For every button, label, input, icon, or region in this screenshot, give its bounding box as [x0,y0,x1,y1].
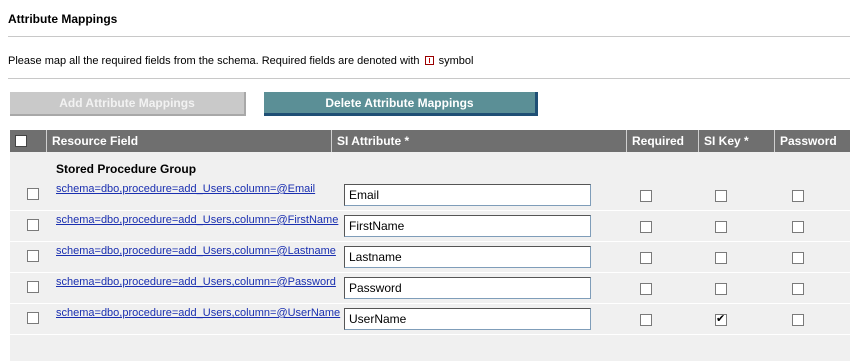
instruction-text: Please map all the required fields from … [8,55,473,67]
si-key-checkbox[interactable] [715,190,727,202]
column-header-si-attribute[interactable]: SI Attribute * [331,130,626,152]
required-checkbox[interactable] [640,252,652,264]
page-title: Attribute Mappings [8,12,118,26]
si-attribute-input[interactable] [344,215,591,237]
column-header-si-key[interactable]: SI Key * [698,130,774,152]
password-checkbox[interactable] [792,221,804,233]
required-checkbox[interactable] [640,190,652,202]
required-icon [424,56,434,65]
row-select-checkbox[interactable] [27,250,39,262]
si-attribute-input[interactable] [344,308,591,330]
required-checkbox[interactable] [640,314,652,326]
table-row: schema=dbo,procedure=add_Users,column=@U… [10,304,850,335]
si-key-checkbox[interactable] [715,221,727,233]
required-checkbox[interactable] [640,283,652,295]
resource-field-link[interactable]: schema=dbo,procedure=add_Users,column=@E… [56,183,342,195]
table-row: schema=dbo,procedure=add_Users,column=@E… [10,180,850,211]
column-header-required[interactable]: Required [626,130,698,152]
table-row: schema=dbo,procedure=add_Users,column=@F… [10,211,850,242]
password-checkbox[interactable] [792,283,804,295]
select-all-checkbox[interactable] [15,135,27,147]
si-key-checkbox[interactable] [715,312,727,326]
instruction-suffix: symbol [438,55,474,67]
add-attribute-mappings-button[interactable]: Add Attribute Mappings [10,92,246,116]
resource-field-link[interactable]: schema=dbo,procedure=add_Users,column=@P… [56,276,342,288]
group-label: Stored Procedure Group [56,162,197,176]
row-select-checkbox[interactable] [27,281,39,293]
column-header-password[interactable]: Password [774,130,850,152]
divider [8,36,850,37]
row-select-checkbox[interactable] [27,312,39,324]
table-header: Resource Field SI Attribute * Required S… [10,130,850,152]
row-select-checkbox[interactable] [27,188,39,200]
si-attribute-input[interactable] [344,246,591,268]
si-attribute-input[interactable] [344,277,591,299]
si-key-checkbox[interactable] [715,252,727,264]
password-checkbox[interactable] [792,314,804,326]
required-checkbox[interactable] [640,221,652,233]
column-header-resource-field[interactable]: Resource Field [46,130,331,152]
attribute-mappings-table: Resource Field SI Attribute * Required S… [10,130,850,361]
row-select-checkbox[interactable] [27,219,39,231]
instruction-prefix: Please map all the required fields from … [8,55,420,67]
table-row: schema=dbo,procedure=add_Users,column=@P… [10,273,850,304]
password-checkbox[interactable] [792,190,804,202]
table-row: schema=dbo,procedure=add_Users,column=@L… [10,242,850,273]
si-key-checkbox[interactable] [715,283,727,295]
resource-field-link[interactable]: schema=dbo,procedure=add_Users,column=@L… [56,245,342,257]
si-attribute-input[interactable] [344,184,591,206]
resource-field-link[interactable]: schema=dbo,procedure=add_Users,column=@U… [56,307,342,319]
resource-field-link[interactable]: schema=dbo,procedure=add_Users,column=@F… [56,214,342,226]
row-divider [10,334,850,335]
delete-attribute-mappings-button[interactable]: Delete Attribute Mappings [264,92,538,116]
divider [8,78,850,79]
password-checkbox[interactable] [792,252,804,264]
